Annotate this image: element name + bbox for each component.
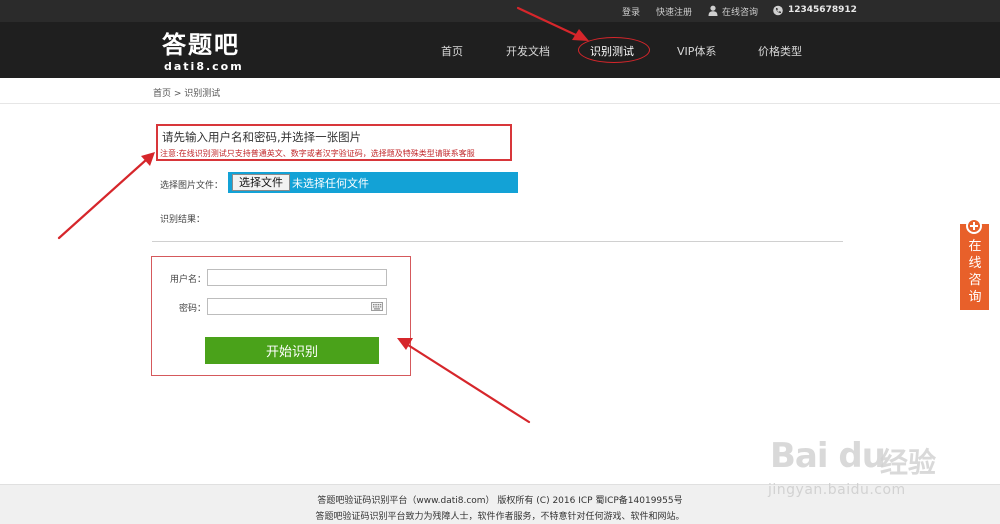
online-consult-tab[interactable]: 在线咨询 bbox=[960, 218, 989, 310]
phone-number: 12345678912 bbox=[788, 5, 857, 15]
online-consult-link[interactable]: 在线咨询 bbox=[722, 5, 758, 18]
start-recognition-button[interactable]: 开始识别 bbox=[205, 337, 379, 364]
breadcrumb: 首页 > 识别测试 bbox=[0, 78, 1000, 104]
choose-file-button[interactable]: 选择文件 bbox=[232, 174, 290, 191]
notice-warning: 注意:在线识别测试只支持普通英文、数字或者汉字验证码，选择题及特殊类型请联系客服 bbox=[160, 149, 475, 158]
top-utility-bar: 登录 快速注册 在线咨询 12345678912 bbox=[0, 0, 1000, 22]
annotation-arrow-notice-head bbox=[141, 152, 155, 166]
breadcrumb-text: 首页 > 识别测试 bbox=[153, 89, 221, 99]
username-input[interactable] bbox=[207, 269, 387, 286]
login-link[interactable]: 登录 bbox=[622, 5, 640, 18]
plus-icon bbox=[966, 218, 982, 234]
site-logo-domain: dati8.com bbox=[164, 60, 244, 73]
annotation-arrow-form bbox=[406, 343, 531, 424]
login-form: 用户名： 密码： 开始识别 bbox=[151, 256, 411, 376]
result-label: 识别结果： bbox=[160, 215, 206, 225]
nav-item-home[interactable]: 首页 bbox=[441, 43, 463, 59]
register-link[interactable]: 快速注册 bbox=[656, 5, 692, 18]
nav-item-docs[interactable]: 开发文档 bbox=[506, 43, 550, 59]
annotation-circle bbox=[578, 37, 650, 63]
user-icon bbox=[708, 5, 718, 16]
nav-item-vip[interactable]: VIP体系 bbox=[677, 43, 716, 59]
watermark-logo: Bai du bbox=[770, 436, 886, 476]
file-status: 未选择任何文件 bbox=[292, 177, 369, 190]
notice-box: 请先输入用户名和密码,并选择一张图片 注意:在线识别测试只支持普通英文、数字或者… bbox=[156, 124, 512, 161]
watermark-jingyan: 经验 bbox=[880, 446, 937, 479]
page: 登录 快速注册 在线咨询 12345678912 答题吧 dati8.com 首… bbox=[0, 0, 1000, 524]
annotation-arrow-notice bbox=[57, 158, 148, 240]
divider bbox=[152, 241, 843, 242]
file-picker[interactable]: 选择文件 未选择任何文件 bbox=[228, 172, 518, 193]
phone-icon bbox=[773, 5, 783, 16]
file-label: 选择图片文件： bbox=[160, 181, 224, 191]
password-label: 密码： bbox=[179, 304, 207, 314]
username-label: 用户名： bbox=[170, 275, 207, 285]
notice-title: 请先输入用户名和密码,并选择一张图片 bbox=[162, 130, 362, 144]
nav-item-pricing[interactable]: 价格类型 bbox=[758, 43, 802, 59]
watermark-url: jingyan.baidu.com bbox=[768, 482, 906, 498]
password-input[interactable] bbox=[207, 298, 387, 315]
online-consult-tab-label: 在线咨询 bbox=[968, 239, 982, 305]
site-logo[interactable]: 答题吧 bbox=[162, 25, 240, 60]
footer-statement: 答题吧验证码识别平台致力为残障人士，软件作者服务，不特意针对任何游戏、软件和网站… bbox=[315, 512, 685, 522]
keyboard-icon[interactable] bbox=[371, 302, 383, 311]
site-header: 答题吧 dati8.com 首页 开发文档 识别测试 VIP体系 价格类型 bbox=[0, 22, 1000, 78]
